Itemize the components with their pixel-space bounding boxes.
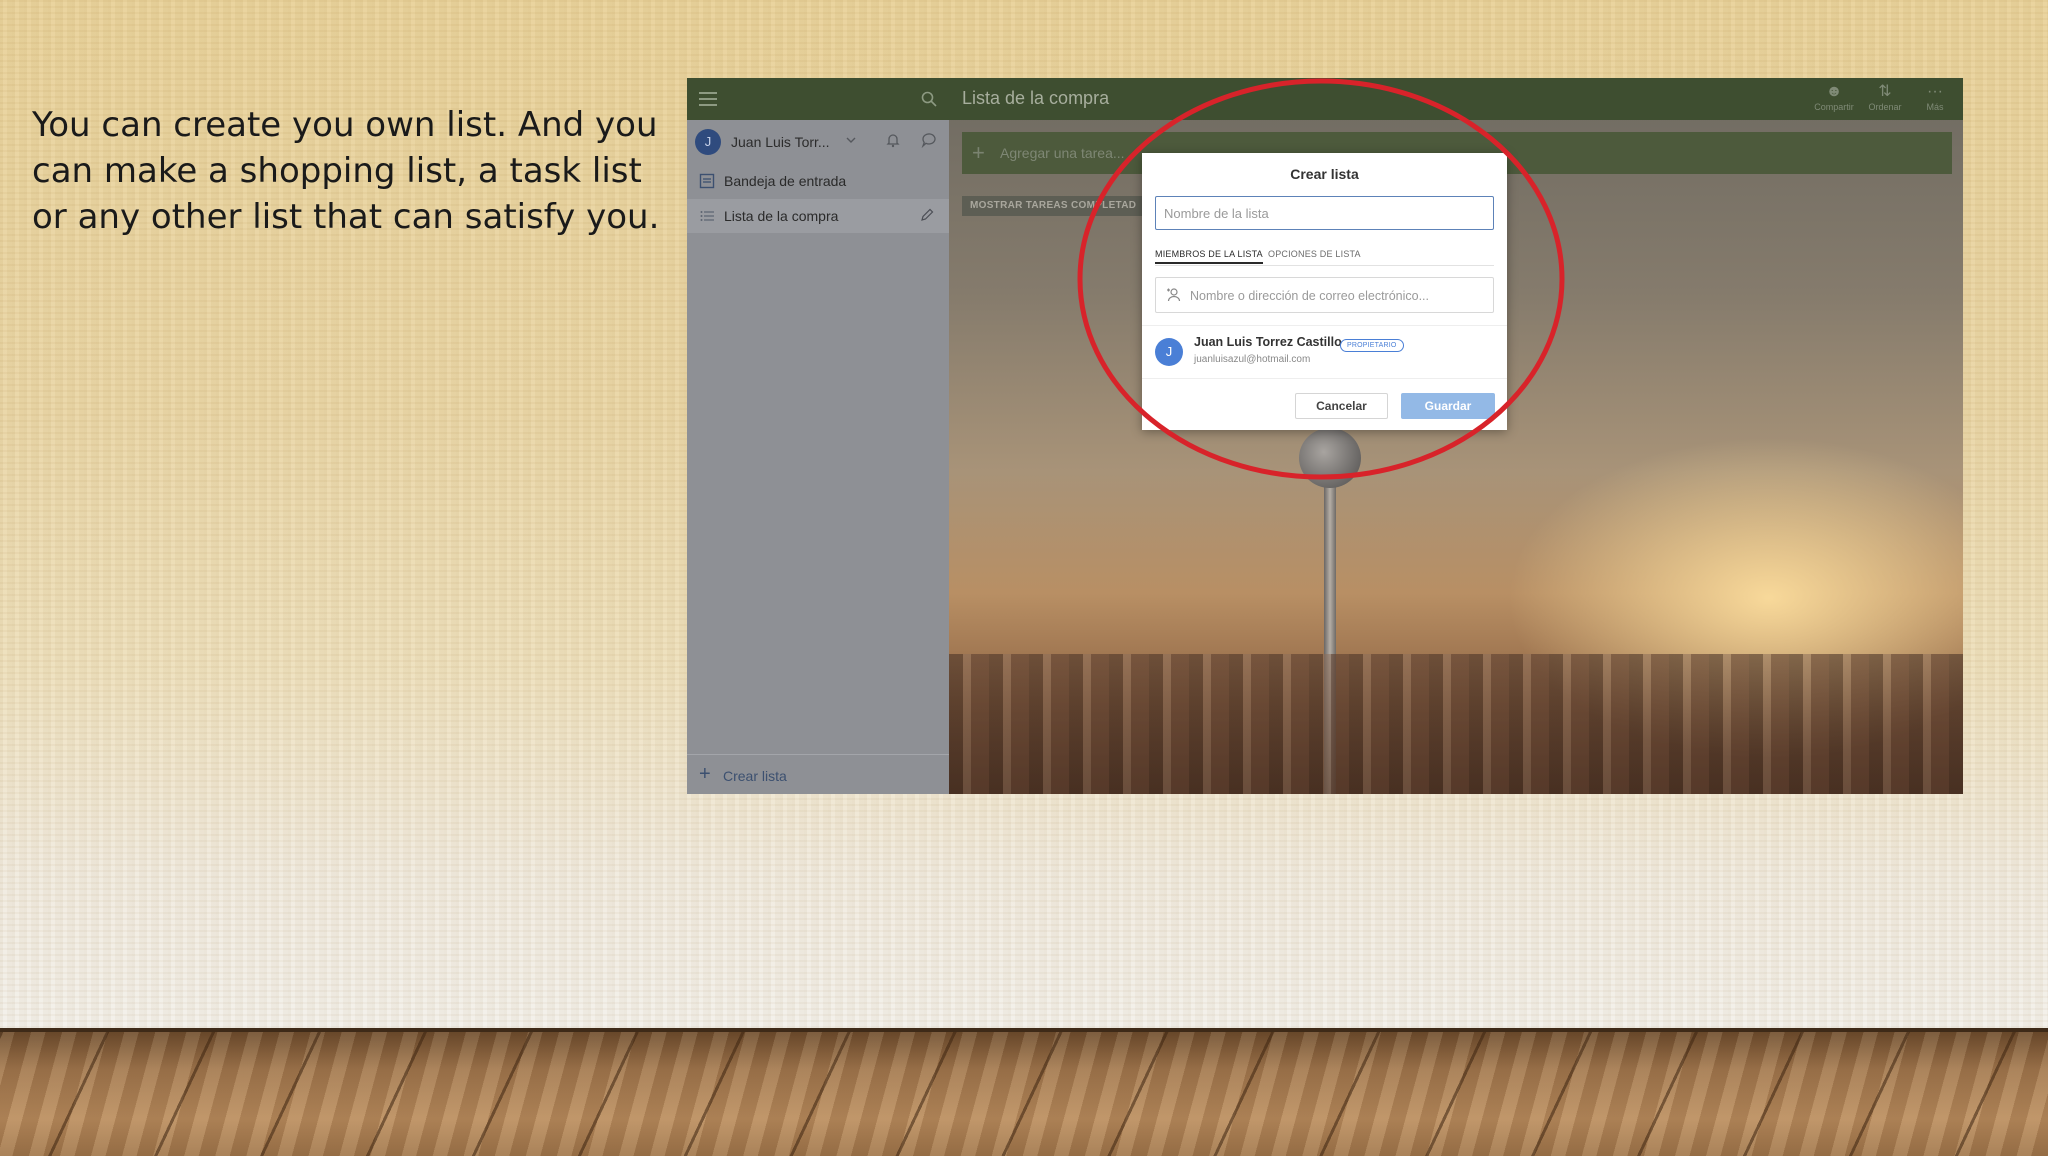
user-row[interactable]: J Juan Luis Torr...: [687, 120, 949, 160]
create-list-button[interactable]: + Crear lista: [687, 754, 949, 794]
tv-tower-sphere: [1299, 428, 1361, 488]
avatar[interactable]: J: [695, 129, 721, 155]
show-completed-button[interactable]: MOSTRAR TAREAS COMPLETAD: [962, 196, 1145, 216]
create-list-label: Crear lista: [723, 768, 787, 784]
pencil-edit-icon[interactable]: [919, 207, 935, 223]
owner-badge: PROPIETARIO: [1340, 339, 1404, 352]
sort-icon: ⇅: [1878, 83, 1892, 100]
add-person-icon: [1167, 288, 1181, 302]
create-list-dialog: Crear lista MIEMBROS DE LA LISTA OPCIONE…: [1142, 153, 1507, 430]
list-name-input[interactable]: [1155, 196, 1494, 230]
sidebar-item-label: Bandeja de entrada: [724, 173, 847, 189]
list-header: Lista de la compra ☻ Compartir ⇅ Ordenar…: [949, 78, 1963, 120]
sidebar-toolbar: [687, 78, 949, 120]
hamburger-menu-icon[interactable]: [699, 92, 717, 106]
plus-icon: +: [972, 140, 985, 165]
wood-floor: [0, 1028, 2048, 1156]
member-search-field[interactable]: [1155, 277, 1494, 313]
member-search-input[interactable]: [1188, 285, 1487, 307]
share-label: Compartir: [1814, 102, 1854, 112]
slide-body-text: You can create you own list. And you can…: [32, 105, 660, 237]
chat-bubble-icon[interactable]: [921, 132, 937, 148]
page-title: Lista de la compra: [962, 88, 1110, 108]
tab-list-options[interactable]: OPCIONES DE LISTA: [1268, 249, 1361, 259]
inbox-icon: [699, 173, 715, 189]
dialog-title: Crear lista: [1290, 166, 1359, 182]
more-button[interactable]: ··· Más: [1911, 82, 1959, 112]
plus-icon: +: [699, 763, 711, 785]
add-task-placeholder: Agregar una tarea...: [1000, 145, 1125, 161]
sidebar-item-label: Lista de la compra: [724, 208, 839, 224]
bell-icon[interactable]: [885, 132, 901, 148]
sidebar-item-inbox[interactable]: Bandeja de entrada: [687, 164, 949, 198]
more-label: Más: [1926, 102, 1944, 112]
user-name[interactable]: Juan Luis Torr...: [731, 134, 830, 150]
cancel-button[interactable]: Cancelar: [1295, 393, 1388, 419]
search-icon[interactable]: [920, 90, 938, 108]
dialog-tabs: MIEMBROS DE LA LISTA OPCIONES DE LISTA: [1155, 247, 1494, 266]
sidebar-item-shopping-list[interactable]: Lista de la compra: [687, 199, 949, 233]
chevron-down-icon[interactable]: [845, 134, 857, 146]
sort-button[interactable]: ⇅ Ordenar: [1861, 82, 1909, 112]
member-list-item: J Juan Luis Torrez Castillo PROPIETARIO …: [1142, 325, 1507, 379]
avatar: J: [1155, 338, 1183, 366]
sidebar: J Juan Luis Torr... Bandeja de entrada L…: [687, 78, 949, 794]
member-name: Juan Luis Torrez Castillo: [1194, 335, 1342, 349]
share-user-icon: ☻: [1825, 83, 1843, 100]
member-email: juanluisazul@hotmail.com: [1194, 354, 1311, 365]
list-icon: [700, 211, 714, 221]
share-button[interactable]: ☻ Compartir: [1810, 82, 1858, 112]
tab-list-members[interactable]: MIEMBROS DE LA LISTA: [1155, 249, 1263, 264]
more-dots-icon: ···: [1927, 83, 1943, 100]
sort-label: Ordenar: [1868, 102, 1902, 112]
save-button[interactable]: Guardar: [1401, 393, 1495, 419]
city-skyline: [949, 654, 1963, 794]
